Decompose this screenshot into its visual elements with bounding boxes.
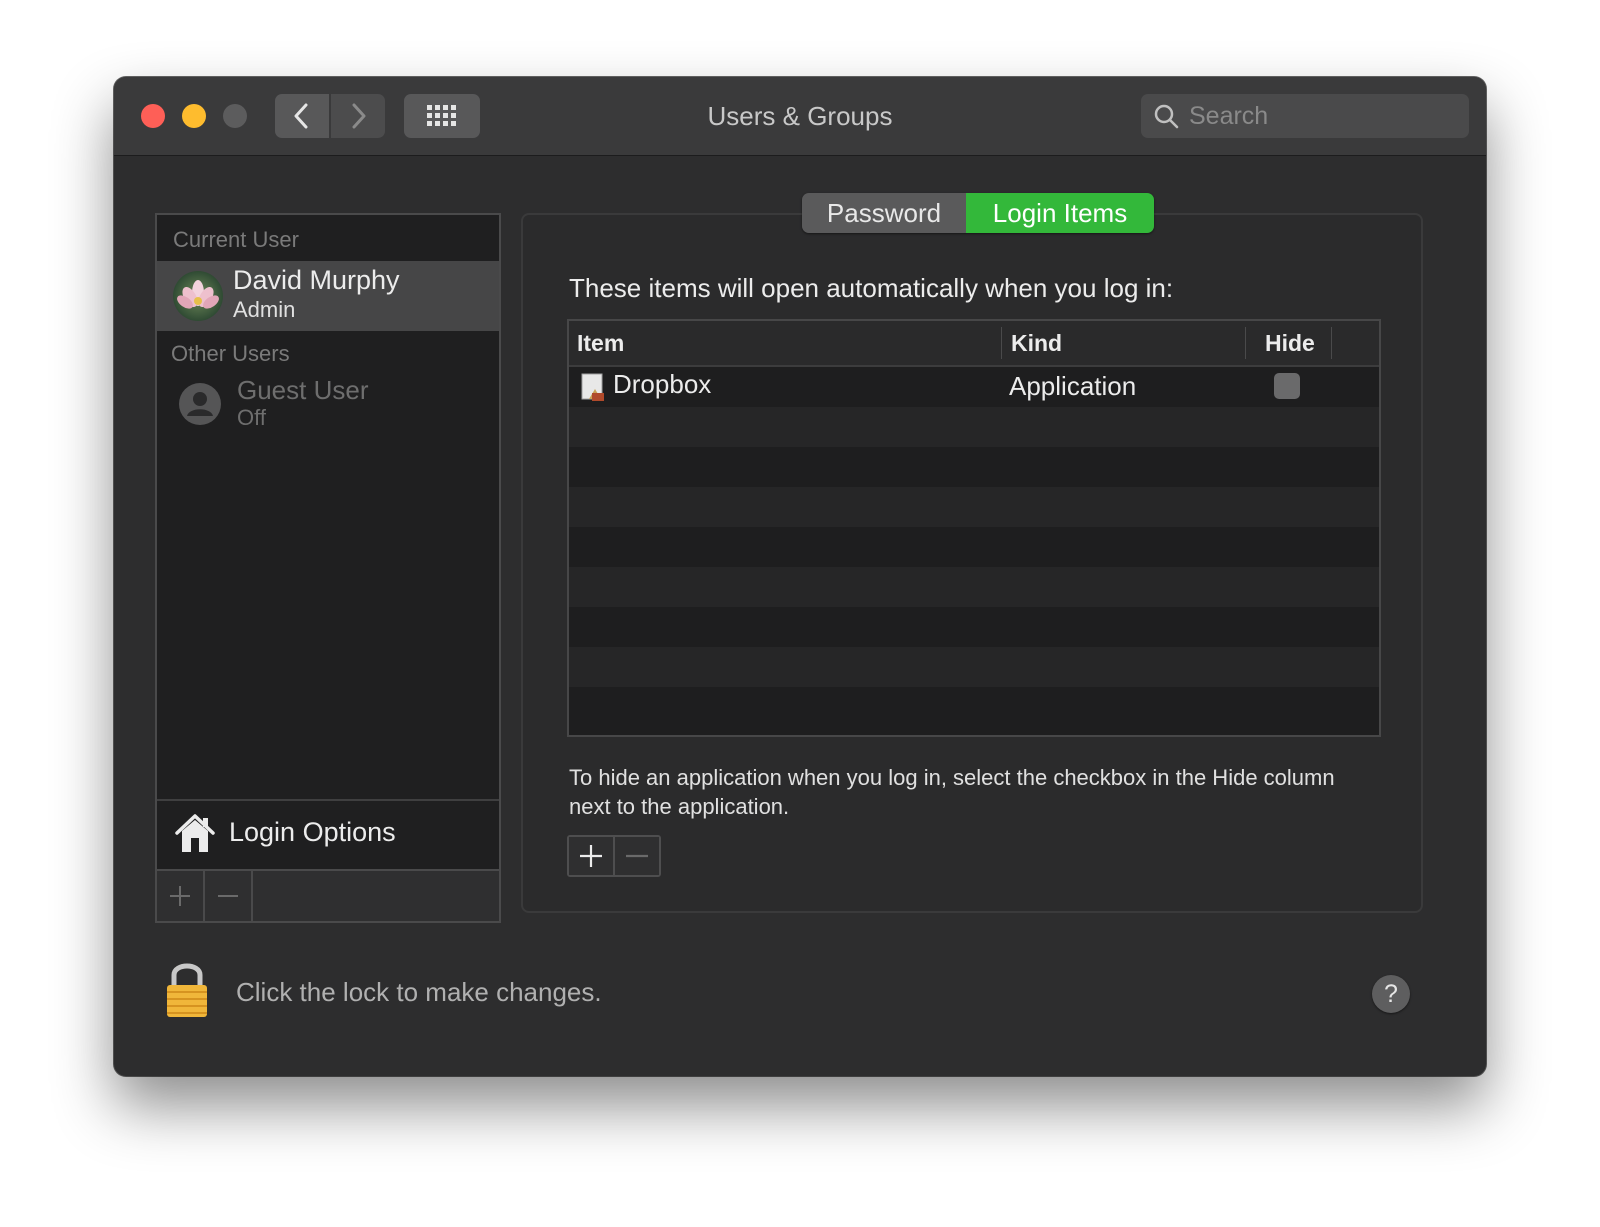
login-items-intro: These items will open automatically when… — [569, 273, 1174, 303]
current-user-name: David Murphy — [233, 265, 400, 295]
table-row — [569, 647, 1379, 687]
login-options-item[interactable]: Login Options — [157, 799, 499, 869]
table-row — [569, 567, 1379, 607]
hide-checkbox[interactable] — [1274, 373, 1300, 399]
remove-user-button[interactable] — [205, 871, 253, 921]
search-field[interactable] — [1141, 94, 1486, 138]
guest-user-status: Off — [237, 405, 266, 430]
search-input[interactable] — [1187, 100, 1486, 132]
help-button[interactable]: ? — [1372, 975, 1410, 1013]
column-divider — [1245, 327, 1246, 359]
login-item-kind: Application — [1009, 371, 1137, 401]
user-row-current[interactable]: David Murphy Admin — [157, 261, 499, 331]
guest-user-name: Guest User — [237, 375, 369, 405]
dropbox-app-icon — [581, 373, 604, 401]
current-user-role: Admin — [233, 297, 296, 322]
column-divider — [1331, 327, 1332, 359]
tab-login-items[interactable]: Login Items — [966, 193, 1154, 233]
table-row — [569, 447, 1379, 487]
column-header-kind[interactable]: Kind — [1011, 330, 1062, 357]
lotus-avatar-icon — [173, 271, 223, 321]
tab-password[interactable]: Password — [802, 193, 966, 233]
title-bar: Users & Groups — [114, 77, 1486, 156]
plus-icon — [170, 886, 190, 906]
table-row — [569, 487, 1379, 527]
login-items-toolbar — [567, 835, 661, 877]
column-header-item[interactable]: Item — [577, 330, 624, 357]
tab-bar: Password Login Items — [802, 193, 1154, 233]
lock-icon[interactable] — [164, 959, 210, 1019]
user-list: Current User David Murphy Admin Other Us… — [155, 213, 501, 923]
table-row — [569, 527, 1379, 567]
login-items-table: Item Kind Hide Dropbox Application — [567, 319, 1381, 737]
table-row — [569, 607, 1379, 647]
house-icon — [175, 814, 215, 852]
other-users-header: Other Users — [171, 341, 290, 366]
person-avatar-icon — [179, 383, 221, 425]
add-user-button[interactable] — [157, 871, 205, 921]
user-list-toolbar — [157, 869, 499, 921]
table-header: Item Kind Hide — [569, 321, 1379, 367]
plus-icon — [580, 845, 602, 867]
preferences-window: Users & Groups Current User — [114, 77, 1486, 1076]
minus-icon — [218, 895, 238, 897]
login-items-panel: These items will open automatically when… — [521, 213, 1423, 913]
remove-login-item-button[interactable] — [613, 837, 659, 875]
search-icon — [1153, 102, 1179, 130]
table-row — [569, 407, 1379, 447]
add-login-item-button[interactable] — [569, 837, 613, 875]
user-row-guest[interactable]: Guest User Off — [157, 371, 499, 435]
lock-message: Click the lock to make changes. — [236, 977, 602, 1007]
minus-icon — [626, 854, 648, 858]
current-user-header: Current User — [173, 227, 299, 252]
table-row[interactable]: Dropbox Application — [569, 367, 1379, 407]
login-options-label: Login Options — [229, 817, 396, 847]
table-row — [569, 687, 1379, 727]
hide-hint-text: To hide an application when you log in, … — [569, 765, 1335, 819]
column-divider — [1001, 327, 1002, 359]
column-header-hide[interactable]: Hide — [1265, 330, 1315, 357]
login-item-name: Dropbox — [613, 369, 712, 399]
